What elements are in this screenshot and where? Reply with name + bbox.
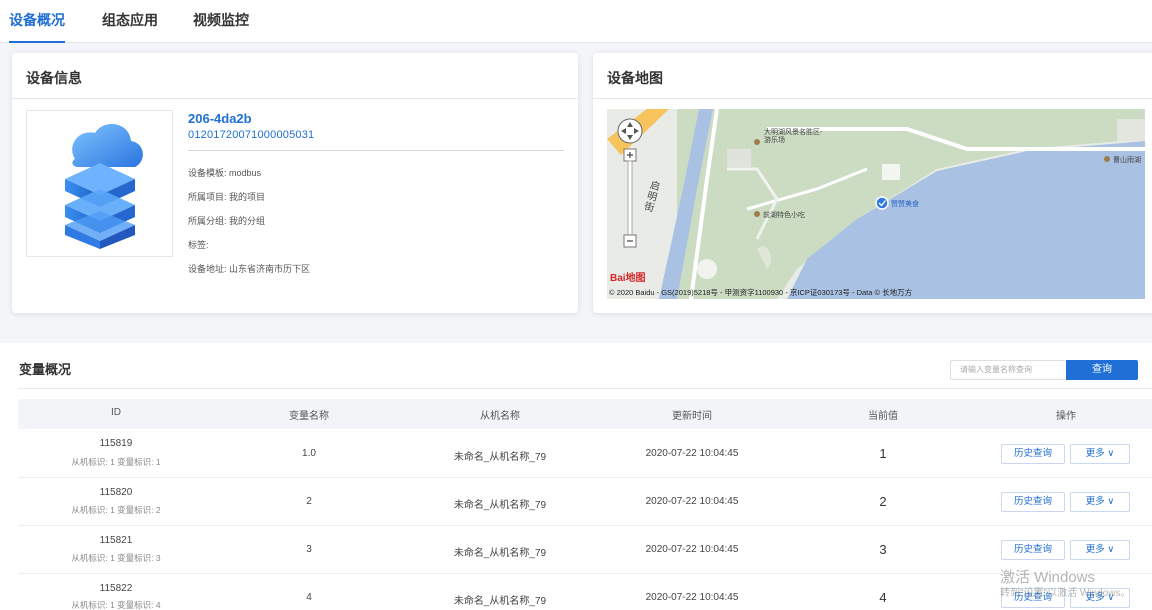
cell-current-value: 3 (879, 542, 887, 557)
cell-update-time: 2020-07-22 10:04:45 (645, 592, 739, 603)
map-label-east: 曹山雨湖 (1113, 157, 1141, 164)
cell-update-time: 2020-07-22 10:04:45 (645, 544, 739, 555)
cell-current-value: 4 (879, 590, 887, 605)
table-header (18, 399, 1152, 429)
variables-title: 变量概况 (19, 362, 72, 377)
device-project: 所属项目: 我的项目 (188, 192, 266, 202)
cell-variable-name: 1.0 (302, 448, 316, 459)
map-tiles (607, 109, 1145, 299)
cell-variable-name: 4 (306, 592, 312, 603)
device-name[interactable]: 206-4da2b (188, 111, 252, 126)
row-divider (18, 525, 1152, 526)
cell-slave-name: 未命名_从机名称_79 (453, 596, 547, 607)
divider (18, 388, 1152, 389)
cell-id: 115821 (99, 535, 133, 546)
cell-slave-name: 未命名_从机名称_79 (453, 548, 547, 559)
cell-update-time: 2020-07-22 10:04:45 (645, 496, 739, 507)
cell-slave-name: 未命名_从机名称_79 (453, 500, 547, 511)
cell-variable-name: 3 (306, 544, 312, 555)
baidu-logo: Bai地图 (610, 273, 646, 284)
cell-current-value: 1 (879, 446, 887, 461)
history-query-button[interactable]: 历史查询 (1001, 492, 1065, 512)
device-serial: 01201720071000005031 (188, 129, 315, 141)
column-header-slave-name: 从机名称 (480, 411, 520, 422)
more-dropdown-button[interactable]: 更多 ∨ (1070, 540, 1130, 560)
column-header-actions: 操作 (1056, 411, 1076, 422)
column-header-id: ID (111, 407, 121, 418)
cell-id: 115822 (99, 583, 133, 594)
device-map-title: 设备地图 (607, 70, 663, 86)
history-query-button[interactable]: 历史查询 (1001, 444, 1065, 464)
device-address: 设备地址: 山东省济南市历下区 (188, 264, 311, 274)
cell-slave-name: 未命名_从机名称_79 (453, 452, 547, 463)
row-divider (18, 573, 1152, 574)
row-divider (18, 477, 1152, 478)
device-info-title: 设备信息 (26, 70, 82, 86)
cloud-server-icon (65, 123, 143, 249)
column-header-current-value: 当前值 (868, 411, 898, 422)
cell-id: 115820 (99, 487, 133, 498)
divider (12, 98, 578, 99)
map-label-scenic: 大明湖风景名胜区-游乐场 (764, 129, 823, 144)
variable-search-input[interactable]: 请输入变量名称查询 (950, 360, 1065, 380)
device-tags: 标签: (188, 240, 209, 250)
column-header-variable-name: 变量名称 (289, 411, 329, 422)
cell-id-sub: 从机标识: 1 变量标识: 3 (71, 553, 161, 563)
tab-bar: 设备概况 组态应用 视频监控 (0, 0, 1152, 43)
tab-device-overview[interactable]: 设备概况 (9, 10, 65, 43)
device-group: 所属分组: 我的分组 (188, 216, 266, 226)
windows-activation-hint: 转到"设置"以激活 Windows。 (1000, 588, 1131, 599)
tab-video-monitoring[interactable]: 视频监控 (193, 10, 249, 43)
divider (593, 98, 1152, 99)
more-dropdown-button[interactable]: 更多 ∨ (1070, 444, 1130, 464)
cell-current-value: 2 (879, 494, 887, 509)
more-dropdown-button[interactable]: 更多 ∨ (1070, 492, 1130, 512)
divider (188, 150, 564, 151)
cell-variable-name: 2 (306, 496, 312, 507)
cell-id-sub: 从机标识: 1 变量标识: 2 (71, 505, 161, 515)
map-label-snack: 前湖特色小吃 (763, 212, 805, 219)
cell-id: 115819 (99, 438, 133, 449)
cell-update-time: 2020-07-22 10:04:45 (645, 448, 739, 459)
tab-configuration-app[interactable]: 组态应用 (102, 10, 158, 43)
map-label-marker: 赞赞美食 (891, 201, 919, 208)
device-map[interactable]: 大明湖风景名胜区-游乐场 前湖特色小吃 赞赞美食 曹山雨湖 启明街 Bai地图 … (607, 109, 1145, 299)
device-image (26, 110, 173, 257)
column-header-update-time: 更新时间 (672, 411, 712, 422)
cell-id-sub: 从机标识: 1 变量标识: 4 (71, 600, 161, 610)
search-button[interactable]: 查询 (1066, 360, 1138, 380)
history-query-button[interactable]: 历史查询 (1001, 540, 1065, 560)
device-template: 设备模板: modbus (188, 168, 262, 178)
map-copyright: © 2020 Baidu - GS(2019)5218号 - 甲测资字11009… (609, 288, 913, 297)
cell-id-sub: 从机标识: 1 变量标识: 1 (71, 457, 161, 467)
